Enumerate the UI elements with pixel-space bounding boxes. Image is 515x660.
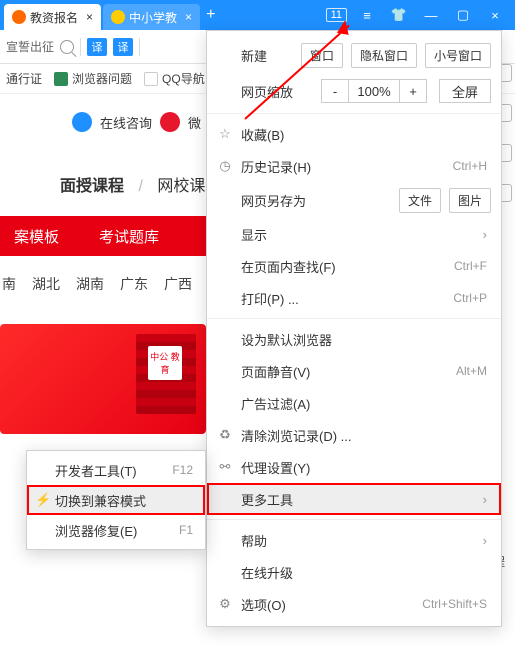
bookmark-2[interactable]: 浏览器问题 xyxy=(54,70,132,87)
menu-new-label: 新建 xyxy=(241,46,267,65)
prov-3[interactable]: 广东 xyxy=(120,274,148,294)
new-tab-button[interactable]: + xyxy=(206,6,215,24)
tab-2-close-icon[interactable]: × xyxy=(185,10,192,24)
main-menu: 新建 窗口 隐私窗口 小号窗口 网页缩放 - 100% + 全屏 ☆收藏(B) … xyxy=(206,30,502,627)
nav-tab-b[interactable]: 网校课 xyxy=(157,178,205,195)
promo-banner[interactable]: 中公 教育 xyxy=(0,324,206,434)
chevron-right-icon: › xyxy=(483,533,487,548)
more-tools-submenu: 开发者工具(T)F12 ⚡切换到兼容模式 浏览器修复(E)F1 xyxy=(26,450,206,550)
menu-favorites[interactable]: ☆收藏(B) xyxy=(207,118,501,150)
avatar-icon xyxy=(72,112,92,132)
favicon-2 xyxy=(111,10,125,24)
menu-new-row: 新建 窗口 隐私窗口 小号窗口 xyxy=(207,37,501,73)
fullscreen-button[interactable]: 全屏 xyxy=(439,79,491,103)
red-nav-b[interactable]: 考试题库 xyxy=(99,226,159,247)
bookmark-3-icon xyxy=(144,72,158,86)
new-incognito-button[interactable]: 隐私窗口 xyxy=(351,43,417,68)
favicon-1 xyxy=(12,10,26,24)
menu-default-browser[interactable]: 设为默认浏览器 xyxy=(207,323,501,355)
tab-2-label: 中小学教 xyxy=(129,9,177,26)
translate-button-2[interactable]: 译 xyxy=(113,38,133,56)
chevron-right-icon: › xyxy=(483,227,487,242)
bookmark-1[interactable]: 通行证 xyxy=(6,70,42,87)
prov-2[interactable]: 湖南 xyxy=(76,274,104,294)
menu-button[interactable]: ≡ xyxy=(355,8,379,23)
red-nav-bar: 案模板 考试题库 xyxy=(0,216,210,256)
menu-display[interactable]: 显示› xyxy=(207,218,501,250)
banner-sign: 中公 教育 xyxy=(148,346,182,380)
translate-button-1[interactable]: 译 xyxy=(87,38,107,56)
zoom-percent: 100% xyxy=(348,79,400,103)
saveas-label: 网页另存为 xyxy=(241,191,306,210)
save-file-button[interactable]: 文件 xyxy=(399,188,441,213)
menu-zoom-row: 网页缩放 - 100% + 全屏 xyxy=(207,73,501,109)
bookmark-3[interactable]: QQ导航 xyxy=(144,70,205,87)
broom-icon: ♻ xyxy=(217,427,233,443)
tab-1[interactable]: 教资报名 × xyxy=(4,4,101,30)
tab-1-label: 教资报名 xyxy=(30,9,78,26)
submenu-devtools[interactable]: 开发者工具(T)F12 xyxy=(27,455,205,485)
star-icon: ☆ xyxy=(217,126,233,142)
minimize-button[interactable]: — xyxy=(419,8,443,23)
bookmark-2-icon xyxy=(54,72,68,86)
clock-icon: ◷ xyxy=(217,158,233,174)
nav-tab-a[interactable]: 面授课程 xyxy=(60,178,124,195)
toolbar-sep2 xyxy=(139,38,140,56)
menu-proxy[interactable]: ⚯代理设置(Y) xyxy=(207,451,501,483)
weibo-icon[interactable] xyxy=(160,112,180,132)
skin-icon[interactable]: 👕 xyxy=(387,7,411,23)
toolbar-sep xyxy=(80,38,81,56)
slogan-text: 宣誓出征 xyxy=(6,38,54,55)
search-icon[interactable] xyxy=(60,40,74,54)
maximize-button[interactable]: ▢ xyxy=(451,7,475,23)
menu-history[interactable]: ◷历史记录(H)Ctrl+H xyxy=(207,150,501,182)
menu-help[interactable]: 帮助› xyxy=(207,524,501,556)
link-icon: ⚯ xyxy=(217,459,233,475)
save-image-button[interactable]: 图片 xyxy=(449,188,491,213)
bolt-icon: ⚡ xyxy=(35,492,49,508)
tab-2[interactable]: 中小学教 × xyxy=(103,4,200,30)
prov-0[interactable]: 南 xyxy=(2,274,16,294)
menu-more-tools[interactable]: 更多工具› xyxy=(207,483,501,515)
red-nav-a[interactable]: 案模板 xyxy=(14,226,59,247)
tab-1-close-icon[interactable]: × xyxy=(86,10,93,24)
zoom-out-button[interactable]: - xyxy=(321,79,349,103)
menu-saveas-row: 网页另存为 文件 图片 xyxy=(207,182,501,218)
menu-mute[interactable]: 页面静音(V)Alt+M xyxy=(207,355,501,387)
menu-upgrade[interactable]: 在线升级 xyxy=(207,556,501,588)
menu-options[interactable]: ⚙选项(O)Ctrl+Shift+S xyxy=(207,588,501,620)
menu-adfilter[interactable]: 广告过滤(A) xyxy=(207,387,501,419)
consult-link[interactable]: 在线咨询 xyxy=(100,113,152,132)
close-window-button[interactable]: × xyxy=(483,8,507,23)
submenu-repair[interactable]: 浏览器修复(E)F1 xyxy=(27,515,205,545)
zoom-in-button[interactable]: + xyxy=(399,79,427,103)
chevron-right-icon: › xyxy=(483,492,487,507)
gear-icon: ⚙ xyxy=(217,596,233,612)
window-titlebar: 教资报名 × 中小学教 × + 11 ≡ 👕 — ▢ × xyxy=(0,0,515,30)
menu-print[interactable]: 打印(P) ...Ctrl+P xyxy=(207,282,501,314)
new-small-window-button[interactable]: 小号窗口 xyxy=(425,43,491,68)
menu-find[interactable]: 在页面内查找(F)Ctrl+F xyxy=(207,250,501,282)
prov-1[interactable]: 湖北 xyxy=(32,274,60,294)
annotation-arrow-head xyxy=(337,19,351,35)
menu-clear-history[interactable]: ♻清除浏览记录(D) ... xyxy=(207,419,501,451)
submenu-compat-mode[interactable]: ⚡切换到兼容模式 xyxy=(27,485,205,515)
weibo-text: 微 xyxy=(188,113,201,132)
prov-4[interactable]: 广西 xyxy=(164,274,192,294)
